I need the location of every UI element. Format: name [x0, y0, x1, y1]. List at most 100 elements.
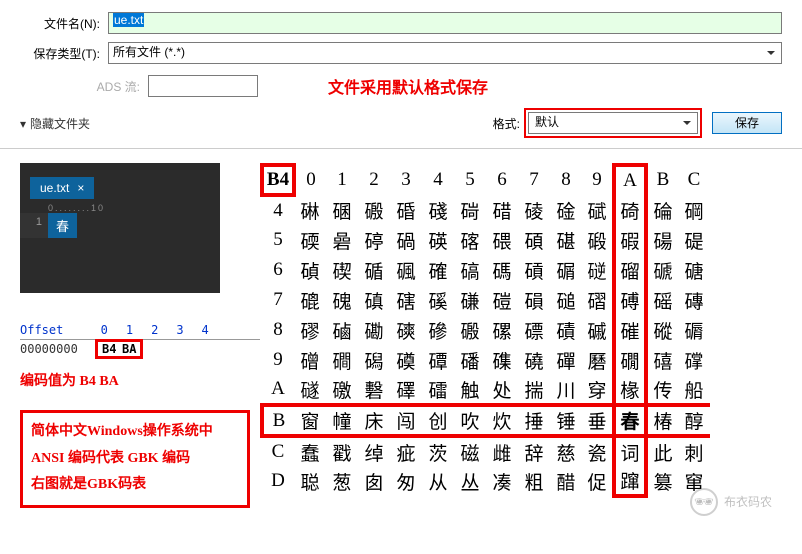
ads-label: ADS 流:: [20, 78, 140, 95]
gbk-cell: 炊: [486, 405, 518, 436]
watermark: 🕶 布衣码农: [690, 488, 772, 516]
gbk-cell: 蹿: [614, 466, 646, 496]
gbk-cell: 磻: [454, 345, 486, 375]
save-button[interactable]: 保存: [712, 112, 782, 134]
gbk-cell: 囱: [358, 466, 390, 496]
gbk-cell: 磽: [518, 345, 550, 375]
gbk-cell: 碿: [550, 255, 582, 285]
line-number: 1: [20, 213, 48, 238]
gbk-cell: 磸: [390, 345, 422, 375]
gbk-row-header: 9: [262, 345, 294, 375]
gbk-cell: 碖: [646, 195, 678, 225]
gbk-cell: 匆: [390, 466, 422, 496]
gbk-cell: 磪: [614, 315, 646, 345]
gbk-col-header: 0: [294, 165, 326, 195]
gbk-col-header: 6: [486, 165, 518, 195]
gbk-col-header: 4: [422, 165, 454, 195]
gbk-col-header: 8: [550, 165, 582, 195]
gbk-cell: 磁: [454, 436, 486, 466]
close-icon[interactable]: ×: [77, 181, 84, 195]
gbk-cell: 磶: [358, 345, 390, 375]
gbk-cell: 磳: [294, 345, 326, 375]
gbk-cell: 磵: [326, 345, 358, 375]
gbk-cell: 瓷: [582, 436, 614, 466]
hide-folders-toggle[interactable]: 隐藏文件夹: [20, 115, 493, 132]
gbk-cell: 椽: [614, 375, 646, 405]
gbk-col-header: A: [614, 165, 646, 195]
gbk-cell: 聪: [294, 466, 326, 496]
gbk-col-header: 2: [358, 165, 390, 195]
gbk-cell: 触: [454, 375, 486, 405]
gbk-cell: 磧: [550, 315, 582, 345]
gbk-cell: 碝: [294, 225, 326, 255]
gbk-row-header: 5: [262, 225, 294, 255]
gbk-cell: 绰: [358, 436, 390, 466]
gbk-cell: 碶: [326, 255, 358, 285]
gbk-cell: 窗: [294, 405, 326, 436]
filename-input[interactable]: ue.txt: [108, 12, 782, 34]
gbk-cell: 船: [678, 375, 710, 405]
editor-panel: ue.txt× 0........10 1 春: [20, 163, 220, 293]
gbk-cell: 礊: [358, 375, 390, 405]
gbk-cell: 碵: [294, 255, 326, 285]
annotation-default-format: 文件采用默认格式保存: [328, 74, 488, 98]
gbk-cell: 磏: [454, 285, 486, 315]
gbk-cell: 闯: [390, 405, 422, 436]
gbk-cell: 磭: [678, 315, 710, 345]
gbk-cell: 磼: [486, 345, 518, 375]
gbk-cell: 葱: [326, 466, 358, 496]
gbk-cell: 丛: [454, 466, 486, 496]
ads-input[interactable]: [148, 75, 258, 97]
gbk-row-header: D: [262, 466, 294, 496]
gbk-cell: 磢: [390, 315, 422, 345]
gbk-row-header: A: [262, 375, 294, 405]
gbk-cell: 碏: [486, 195, 518, 225]
gbk-cell: 篡: [646, 466, 678, 496]
gbk-col-header: 5: [454, 165, 486, 195]
gbk-cell: 辞: [518, 436, 550, 466]
gbk-cell: 捶: [518, 405, 550, 436]
gbk-cell: 磫: [646, 315, 678, 345]
filetype-select[interactable]: 所有文件 (*.*): [108, 42, 782, 64]
gbk-cell: 磂: [614, 255, 646, 285]
gbk-cell: 磖: [582, 285, 614, 315]
gbk-row-header: 6: [262, 255, 294, 285]
gbk-cell: 茨: [422, 436, 454, 466]
offset-header: Offset: [20, 323, 88, 337]
gbk-cell: 磟: [294, 315, 326, 345]
gbk-cell: 碤: [422, 225, 454, 255]
gbk-col-header: 9: [582, 165, 614, 195]
gbk-cell: 碕: [614, 195, 646, 225]
gbk-cell: 椿: [646, 405, 678, 436]
gbk-code-table: B40123456789ABC4碄碅磤碈碊碋碏碐碒碔碕碖碙5碝碞碠碢碤碦碨碩碪碫…: [260, 163, 710, 498]
gbk-corner-cell: B4: [262, 165, 294, 195]
gbk-cell: 碽: [518, 255, 550, 285]
gbk-cell: 促: [582, 466, 614, 496]
format-select[interactable]: 默认: [528, 112, 698, 134]
editor-tab[interactable]: ue.txt×: [30, 177, 94, 199]
gbk-cell: 磒: [518, 285, 550, 315]
gbk-cell: 碞: [326, 225, 358, 255]
gbk-cell: 碠: [358, 225, 390, 255]
gbk-cell: 磃: [646, 255, 678, 285]
hex-viewer: Offset 0 1 2 3 4 00000000 B4BA: [20, 323, 260, 356]
editor-content[interactable]: 春: [48, 213, 77, 238]
gbk-row-header: B: [262, 405, 294, 436]
offset-value: 00000000: [20, 342, 88, 356]
annotation-gbk-info: 简体中文Windows操作系统中 ANSI 编码代表 GBK 编码 右图就是GB…: [20, 410, 250, 508]
gbk-cell: 碐: [518, 195, 550, 225]
gbk-cell: 碫: [582, 225, 614, 255]
gbk-cell: 从: [422, 466, 454, 496]
gbk-cell: 传: [646, 375, 678, 405]
annotation-encoding-value: 编码值为 B4 BA: [20, 370, 260, 390]
gbk-cell: 磩: [582, 315, 614, 345]
gbk-cell: 创: [422, 405, 454, 436]
editor-ruler: 0........10: [20, 199, 220, 213]
gbk-cell: 礀: [614, 345, 646, 375]
hex-bytes-highlight: B4BA: [95, 339, 143, 359]
gbk-cell: 磘: [646, 285, 678, 315]
gbk-cell: 碷: [358, 255, 390, 285]
gbk-cell: 碙: [678, 195, 710, 225]
gbk-cell: 磈: [326, 285, 358, 315]
gbk-row-header: 8: [262, 315, 294, 345]
